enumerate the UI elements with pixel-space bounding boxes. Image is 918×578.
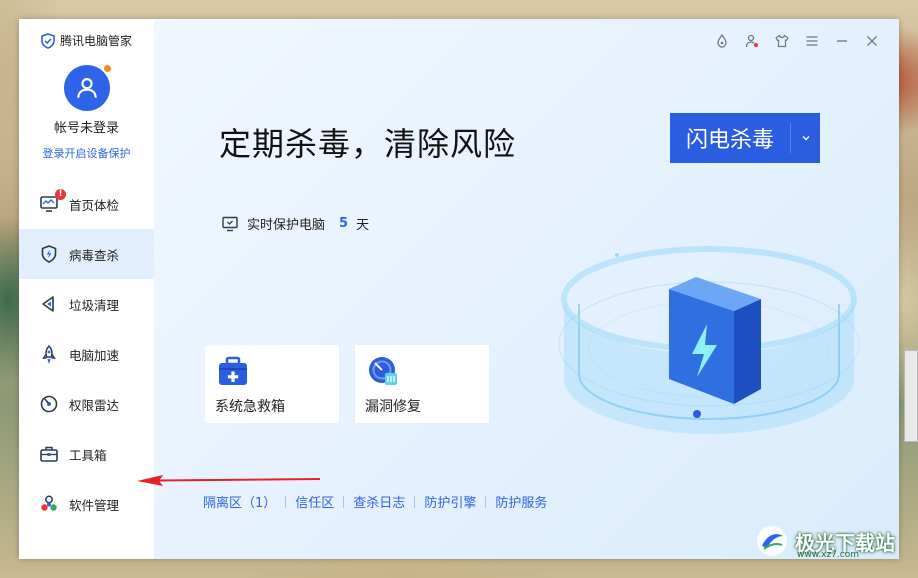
sidebar-item-label: 病毒查杀 — [69, 247, 120, 263]
sidebar-item-software-manager[interactable]: 软件管理 — [19, 479, 154, 529]
quarantine-link[interactable]: 隔离区（1） — [203, 492, 276, 511]
notification-dot — [103, 64, 112, 73]
link-divider — [343, 495, 345, 508]
scan-log-link[interactable]: 查杀日志 — [353, 492, 405, 511]
shield-bolt-icon — [39, 244, 59, 264]
app-brand: 腾讯电脑管家 — [40, 32, 132, 49]
drop-icon[interactable] — [713, 32, 731, 50]
app-window: 腾讯电脑管家 帐号未登录 登录开启设备保护 ! 首页体检 病毒查杀 垃圾清理 电… — [19, 19, 899, 559]
tool-label: 漏洞修复 — [365, 399, 421, 415]
trust-zone-link[interactable]: 信任区 — [295, 492, 334, 511]
quick-scan-label[interactable]: 闪电杀毒 — [670, 113, 790, 163]
watermark-url: www.xz7.com — [797, 550, 859, 560]
sidebar-item-junk-clean[interactable]: 垃圾清理 — [19, 279, 154, 329]
page-headline: 定期杀毒，清除风险 — [219, 125, 517, 163]
tool-first-aid-kit[interactable]: 系统急救箱 — [205, 345, 339, 423]
chevron-down-icon — [802, 136, 809, 141]
quick-scan-button[interactable]: 闪电杀毒 — [670, 113, 820, 163]
link-divider — [285, 495, 287, 508]
sidebar-item-label: 垃圾清理 — [69, 297, 120, 313]
protection-service-link[interactable]: 防护服务 — [495, 492, 547, 511]
annotation-arrow — [137, 475, 321, 486]
protection-unit: 天 — [356, 218, 370, 233]
user-alert-icon[interactable] — [743, 32, 761, 50]
app-title: 腾讯电脑管家 — [60, 34, 133, 48]
close-icon[interactable] — [863, 32, 881, 50]
apps-icon — [39, 494, 59, 514]
protection-engine-link[interactable]: 防护引擎 — [424, 492, 476, 511]
protection-days: 5 — [339, 216, 349, 231]
account-name: 帐号未登录 — [53, 121, 119, 136]
link-divider — [485, 495, 487, 508]
tool-label: 系统急救箱 — [215, 399, 285, 415]
sidebar-item-label: 工具箱 — [69, 447, 107, 463]
sidebar-item-home-check[interactable]: ! 首页体检 — [19, 179, 154, 229]
bottom-links: 隔离区（1） 信任区 查杀日志 防护引擎 防护服务 — [203, 492, 547, 511]
minimize-icon[interactable] — [833, 32, 851, 50]
radar-icon — [39, 394, 59, 414]
avatar[interactable] — [64, 65, 110, 111]
menu-icon[interactable] — [803, 32, 821, 50]
toolbox-icon — [39, 444, 59, 464]
background-window-edge — [904, 350, 918, 442]
link-divider — [414, 495, 416, 508]
rocket-icon — [39, 344, 59, 364]
broom-icon — [39, 294, 59, 314]
sidebar-item-toolbox[interactable]: 工具箱 — [19, 429, 154, 479]
shield-logo-icon — [41, 32, 55, 49]
sidebar-nav: ! 首页体检 病毒查杀 垃圾清理 电脑加速 权限雷达 工具箱 软件管理 — [19, 179, 154, 529]
protection-label: 实时保护电脑 — [247, 218, 326, 233]
sidebar-item-label: 软件管理 — [69, 497, 120, 513]
sidebar-item-label: 电脑加速 — [69, 347, 120, 363]
tool-vulnerability-fix[interactable]: 漏洞修复 — [355, 345, 489, 423]
user-icon — [77, 78, 97, 98]
sidebar-item-label: 首页体检 — [69, 197, 120, 213]
monitor-small-icon — [222, 216, 238, 231]
sidebar-item-speedup[interactable]: 电脑加速 — [19, 329, 154, 379]
watermark-logo-icon — [757, 526, 787, 556]
shield-illustration — [558, 246, 860, 434]
scan-options-dropdown[interactable] — [791, 113, 820, 163]
protection-status: 实时保护电脑 5 天 — [221, 214, 369, 233]
window-controls — [713, 32, 881, 50]
sidebar: 腾讯电脑管家 帐号未登录 登录开启设备保护 ! 首页体检 病毒查杀 垃圾清理 电… — [19, 19, 154, 559]
site-watermark: 极光下载站 www.xz7.com — [755, 524, 895, 560]
shirt-icon[interactable] — [773, 32, 791, 50]
sidebar-item-virus-scan[interactable]: 病毒查杀 — [19, 229, 154, 279]
login-link[interactable]: 登录开启设备保护 — [19, 145, 154, 161]
sidebar-item-label: 权限雷达 — [69, 397, 120, 413]
patch-icon — [369, 357, 397, 385]
first-aid-kit-icon — [219, 356, 247, 385]
alert-badge: ! — [55, 189, 66, 200]
sidebar-item-permission-radar[interactable]: 权限雷达 — [19, 379, 154, 429]
